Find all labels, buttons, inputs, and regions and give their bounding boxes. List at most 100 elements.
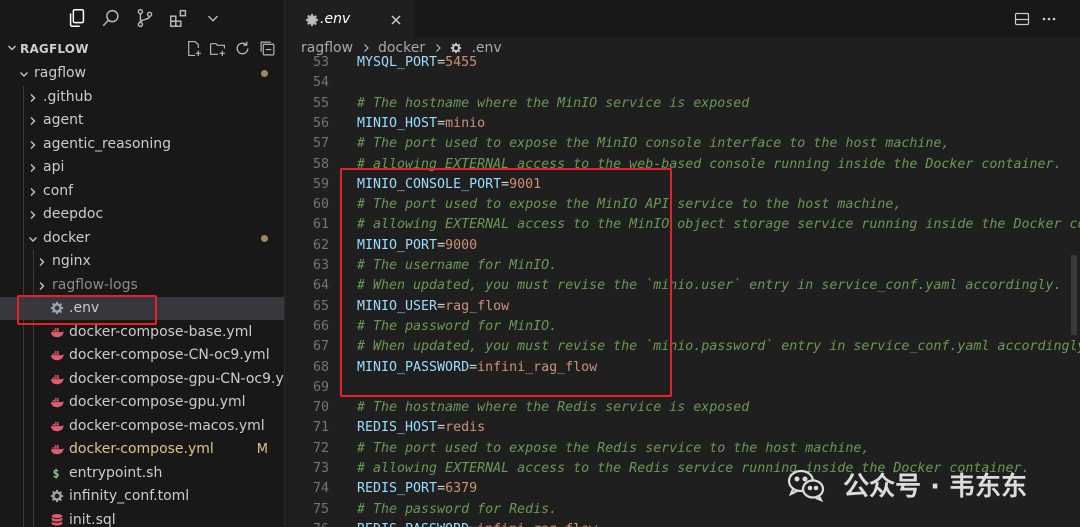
tree-item[interactable]: docker-compose.yml M bbox=[0, 438, 284, 461]
tree-item[interactable]: agentic_reasoning bbox=[0, 133, 284, 156]
code-line: 71 REDIS_HOST=redis bbox=[285, 418, 1080, 438]
chevron-down-icon[interactable] bbox=[202, 7, 224, 29]
tree-item-label: api bbox=[43, 159, 65, 175]
tree-item[interactable]: agent bbox=[0, 109, 284, 132]
new-file-icon[interactable] bbox=[185, 40, 202, 57]
collapse-all-icon[interactable] bbox=[259, 40, 276, 57]
tab-strip: .env bbox=[285, 0, 1080, 39]
tree-item[interactable]: infinity_conf.toml bbox=[0, 485, 284, 508]
tree-item-label: docker-compose-gpu.yml bbox=[69, 394, 246, 410]
source-control-icon[interactable] bbox=[134, 7, 156, 29]
line-number: 67 bbox=[312, 339, 329, 355]
tree-item-label: entrypoint.sh bbox=[69, 464, 163, 481]
tree-item-label: docker-compose-gpu-CN-oc9.yml bbox=[69, 370, 285, 387]
line-number: 54 bbox=[312, 75, 329, 91]
chevron-down-icon bbox=[27, 232, 39, 246]
tree-item-label: infinity_conf.toml bbox=[69, 488, 190, 504]
docker-icon bbox=[50, 372, 64, 386]
modified-dot-icon bbox=[261, 234, 268, 242]
gear-icon bbox=[305, 13, 319, 27]
files-icon[interactable] bbox=[66, 7, 88, 29]
line-number: 55 bbox=[312, 95, 329, 111]
line-number: 69 bbox=[312, 379, 329, 395]
new-folder-icon[interactable] bbox=[209, 40, 226, 57]
tree-item[interactable]: docker-compose-macos.yml bbox=[0, 415, 284, 438]
tree-item[interactable]: nginx bbox=[0, 250, 284, 273]
tree-item[interactable]: ragflow-logs bbox=[0, 274, 284, 297]
tree-item-label: ragflow bbox=[34, 65, 87, 81]
docker-icon bbox=[50, 419, 64, 433]
line-number: 71 bbox=[312, 420, 329, 436]
tree-item[interactable]: conf bbox=[0, 180, 284, 203]
explorer-title: RAGFLOW bbox=[20, 42, 89, 56]
line-number: 57 bbox=[312, 136, 329, 152]
tree-item-label: agent bbox=[43, 112, 84, 128]
tree-item[interactable]: docker bbox=[0, 227, 284, 250]
tree-item[interactable]: deepdoc bbox=[0, 203, 284, 226]
wechat-logo-icon bbox=[786, 468, 826, 502]
scrollbar-thumb[interactable] bbox=[1071, 255, 1077, 335]
tree-item-label: conf bbox=[43, 182, 74, 199]
explorer-sidebar: RAGFLOW ragflow .github agent agentic_reaso… bbox=[0, 0, 285, 527]
tree-item[interactable]: api bbox=[0, 156, 284, 179]
tree-item[interactable]: ragflow bbox=[0, 62, 284, 85]
git-status-badge: M bbox=[256, 442, 268, 457]
line-number: 73 bbox=[312, 461, 329, 476]
activity-bar bbox=[0, 0, 284, 36]
line-number: 53 bbox=[312, 55, 329, 70]
tree-item[interactable]: .github bbox=[0, 86, 284, 109]
comment-text: # The hostname where the MinIO service i… bbox=[357, 95, 750, 111]
line-number: 59 bbox=[312, 176, 329, 192]
line-number: 75 bbox=[312, 501, 329, 517]
code-line: 55 # The hostname where the MinIO service… bbox=[285, 94, 1080, 114]
tree-item[interactable]: init.sql bbox=[0, 509, 284, 527]
tree-item-label: ragflow-logs bbox=[52, 276, 138, 293]
chevron-right-icon bbox=[36, 255, 48, 269]
line-number: 63 bbox=[312, 258, 329, 273]
tree-item[interactable]: docker-compose-gpu-CN-oc9.yml bbox=[0, 368, 284, 391]
tab-env[interactable]: .env bbox=[285, 0, 415, 39]
chevron-right-icon bbox=[27, 208, 39, 222]
chevron-right-icon bbox=[36, 279, 48, 293]
tree-item-label: init.sql bbox=[69, 511, 116, 527]
svg-text:$: $ bbox=[53, 466, 60, 480]
line-number: 72 bbox=[312, 440, 329, 456]
env-value: minio bbox=[445, 115, 486, 131]
code-line: 53 MYSQL_PORT=5455 bbox=[285, 53, 1080, 73]
refresh-icon[interactable] bbox=[234, 40, 251, 57]
tree-item-label: docker bbox=[43, 229, 91, 246]
line-number: 56 bbox=[312, 115, 329, 131]
line-number: 74 bbox=[312, 481, 329, 497]
search-icon[interactable] bbox=[100, 7, 122, 29]
chevron-right-icon bbox=[27, 161, 39, 175]
close-icon[interactable] bbox=[389, 13, 403, 27]
line-number: 76 bbox=[285, 520, 329, 527]
docker-icon bbox=[50, 442, 64, 456]
chevron-right-icon bbox=[27, 185, 39, 199]
env-key: MINIO_HOST bbox=[357, 115, 438, 131]
line-number: 60 bbox=[312, 197, 329, 213]
env-key: MYSQL_PORT bbox=[357, 55, 438, 70]
shell-icon: $ bbox=[50, 466, 64, 480]
chevron-right-icon bbox=[27, 91, 39, 105]
env-value: 5455 bbox=[445, 55, 478, 70]
env-key: REDIS_PORT bbox=[357, 481, 438, 497]
explorer-section-header[interactable]: RAGFLOW bbox=[0, 38, 284, 60]
comment-text: # The password for Redis. bbox=[357, 501, 558, 517]
split-editor-icon[interactable] bbox=[1014, 11, 1030, 27]
tree-item[interactable]: docker-compose-CN-oc9.yml bbox=[0, 344, 284, 367]
gear-icon bbox=[50, 489, 64, 503]
watermark: 公众号 · 韦东东 bbox=[786, 466, 1027, 506]
tree-item[interactable]: $ entrypoint.sh bbox=[0, 462, 284, 485]
tree-item-label: docker-compose-CN-oc9.yml bbox=[69, 347, 270, 363]
comment-text: # The port used to expose the Redis serv… bbox=[357, 440, 870, 456]
code-line: 56 MINIO_HOST=minio bbox=[285, 114, 1080, 134]
more-actions-icon[interactable] bbox=[1041, 11, 1057, 27]
tree-item-label: deepdoc bbox=[43, 206, 104, 222]
tree-item-label: docker-compose.yml bbox=[69, 441, 214, 457]
tree-item[interactable]: docker-compose-gpu.yml bbox=[0, 391, 284, 414]
line-number: 68 bbox=[312, 359, 329, 375]
editor-area: .env ragflow docker .env 53 MYSQL_PORT=54… bbox=[285, 0, 1080, 527]
docker-icon bbox=[50, 348, 64, 362]
extensions-icon[interactable] bbox=[168, 7, 190, 29]
